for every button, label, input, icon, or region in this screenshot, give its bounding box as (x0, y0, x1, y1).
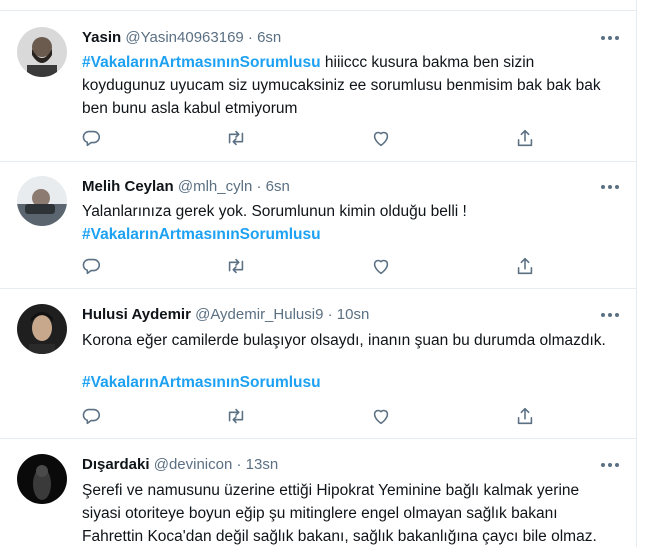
tweet[interactable]: Melih Ceylan @mlh_cyln · 6sn Yalanlarını… (0, 162, 636, 289)
avatar-image (17, 27, 67, 77)
more-icon[interactable] (598, 305, 622, 325)
avatar[interactable] (17, 27, 67, 77)
avatar[interactable] (17, 304, 67, 354)
timestamp[interactable]: 10sn (337, 306, 370, 323)
heart-icon[interactable] (370, 255, 392, 277)
hashtag-link[interactable]: #VakalarınArtmasınınSorumlusu (82, 54, 321, 71)
tweet-header: Yasin @Yasin40963169 · 6sn (82, 28, 281, 48)
timestamp[interactable]: 6sn (266, 178, 290, 195)
more-icon[interactable] (598, 28, 622, 48)
tweet-body: Korona eğer camilerde bulaşıyor olsaydı,… (82, 332, 606, 349)
avatar-image (17, 304, 67, 354)
timeline: Yasin @Yasin40963169 · 6sn #VakalarınArt… (0, 0, 637, 547)
tweet-header: Melih Ceylan @mlh_cyln · 6sn (82, 177, 290, 197)
user-handle[interactable]: @devinicon (154, 456, 233, 473)
separator-dot: · (327, 306, 333, 323)
more-icon[interactable] (598, 455, 622, 475)
heart-icon[interactable] (370, 405, 392, 427)
share-icon[interactable] (514, 405, 536, 427)
reply-icon[interactable] (80, 405, 102, 427)
tweet-actions (80, 405, 540, 427)
tweet-body: Şerefi ve namusunu üzerine ettiği Hipokr… (82, 482, 597, 545)
separator-dot: · (236, 456, 242, 473)
share-icon[interactable] (514, 255, 536, 277)
tweet-text: Şerefi ve namusunu üzerine ettiği Hipokr… (82, 479, 622, 548)
avatar-image (17, 176, 67, 226)
tweet-text: Korona eğer camilerde bulaşıyor olsaydı,… (82, 329, 622, 394)
user-handle[interactable]: @Yasin40963169 (125, 29, 243, 46)
reply-icon[interactable] (80, 127, 102, 149)
retweet-icon[interactable] (225, 127, 247, 149)
tweet[interactable]: Dışardaki @devinicon · 13sn Şerefi ve na… (0, 439, 636, 559)
retweet-icon[interactable] (225, 405, 247, 427)
tweet-text: Yalanlarınıza gerek yok. Sorumlunun kimi… (82, 200, 622, 246)
reply-icon[interactable] (80, 255, 102, 277)
timestamp[interactable]: 6sn (257, 29, 281, 46)
tweet-header: Dışardaki @devinicon · 13sn (82, 455, 278, 475)
avatar[interactable] (17, 454, 67, 504)
tweet-header: Hulusi Aydemir @Aydemir_Hulusi9 · 10sn (82, 305, 369, 325)
tweet-actions (80, 127, 540, 149)
hashtag-link[interactable]: #VakalarınArtmasınınSorumlusu (82, 374, 321, 391)
more-icon[interactable] (598, 177, 622, 197)
display-name[interactable]: Yasin (82, 29, 121, 46)
tweet-actions (80, 255, 540, 277)
separator-dot: · (256, 178, 262, 195)
timestamp[interactable]: 13sn (246, 456, 279, 473)
share-icon[interactable] (514, 127, 536, 149)
tweet[interactable]: Hulusi Aydemir @Aydemir_Hulusi9 · 10sn K… (0, 289, 636, 439)
tweet[interactable]: Yasin @Yasin40963169 · 6sn #VakalarınArt… (0, 11, 636, 162)
avatar-image (17, 454, 67, 504)
tweet-text: #VakalarınArtmasınınSorumlusu hiiiccc ku… (82, 51, 622, 120)
display-name[interactable]: Dışardaki (82, 456, 150, 473)
heart-icon[interactable] (370, 127, 392, 149)
separator-dot: · (247, 29, 253, 46)
avatar[interactable] (17, 176, 67, 226)
user-handle[interactable]: @mlh_cyln (178, 178, 252, 195)
tweet-body: Yalanlarınıza gerek yok. Sorumlunun kimi… (82, 203, 467, 220)
display-name[interactable]: Hulusi Aydemir (82, 306, 191, 323)
display-name[interactable]: Melih Ceylan (82, 178, 174, 195)
user-handle[interactable]: @Aydemir_Hulusi9 (195, 306, 323, 323)
retweet-icon[interactable] (225, 255, 247, 277)
hashtag-link[interactable]: #VakalarınArtmasınınSorumlusu (82, 226, 321, 243)
